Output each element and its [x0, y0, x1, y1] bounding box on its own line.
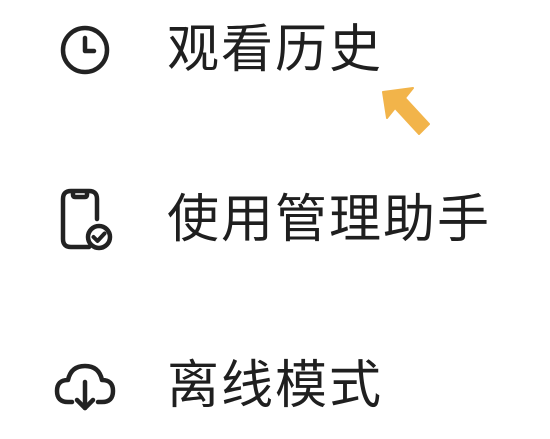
- menu-item-label: 离线模式: [167, 356, 384, 416]
- settings-menu: 观看历史 使用管理助手 离线模式: [0, 0, 550, 439]
- menu-item-label: 使用管理助手: [167, 190, 492, 250]
- pointer-arrow-icon: [382, 87, 430, 135]
- phone-check-icon: [50, 185, 120, 255]
- cloud-download-icon: [50, 351, 120, 421]
- menu-item-watch-history[interactable]: 观看历史: [0, 5, 550, 95]
- menu-item-label: 观看历史: [167, 20, 384, 80]
- menu-item-offline-mode[interactable]: 离线模式: [0, 341, 550, 431]
- clock-icon: [50, 15, 120, 85]
- menu-item-usage-assistant[interactable]: 使用管理助手: [0, 175, 550, 265]
